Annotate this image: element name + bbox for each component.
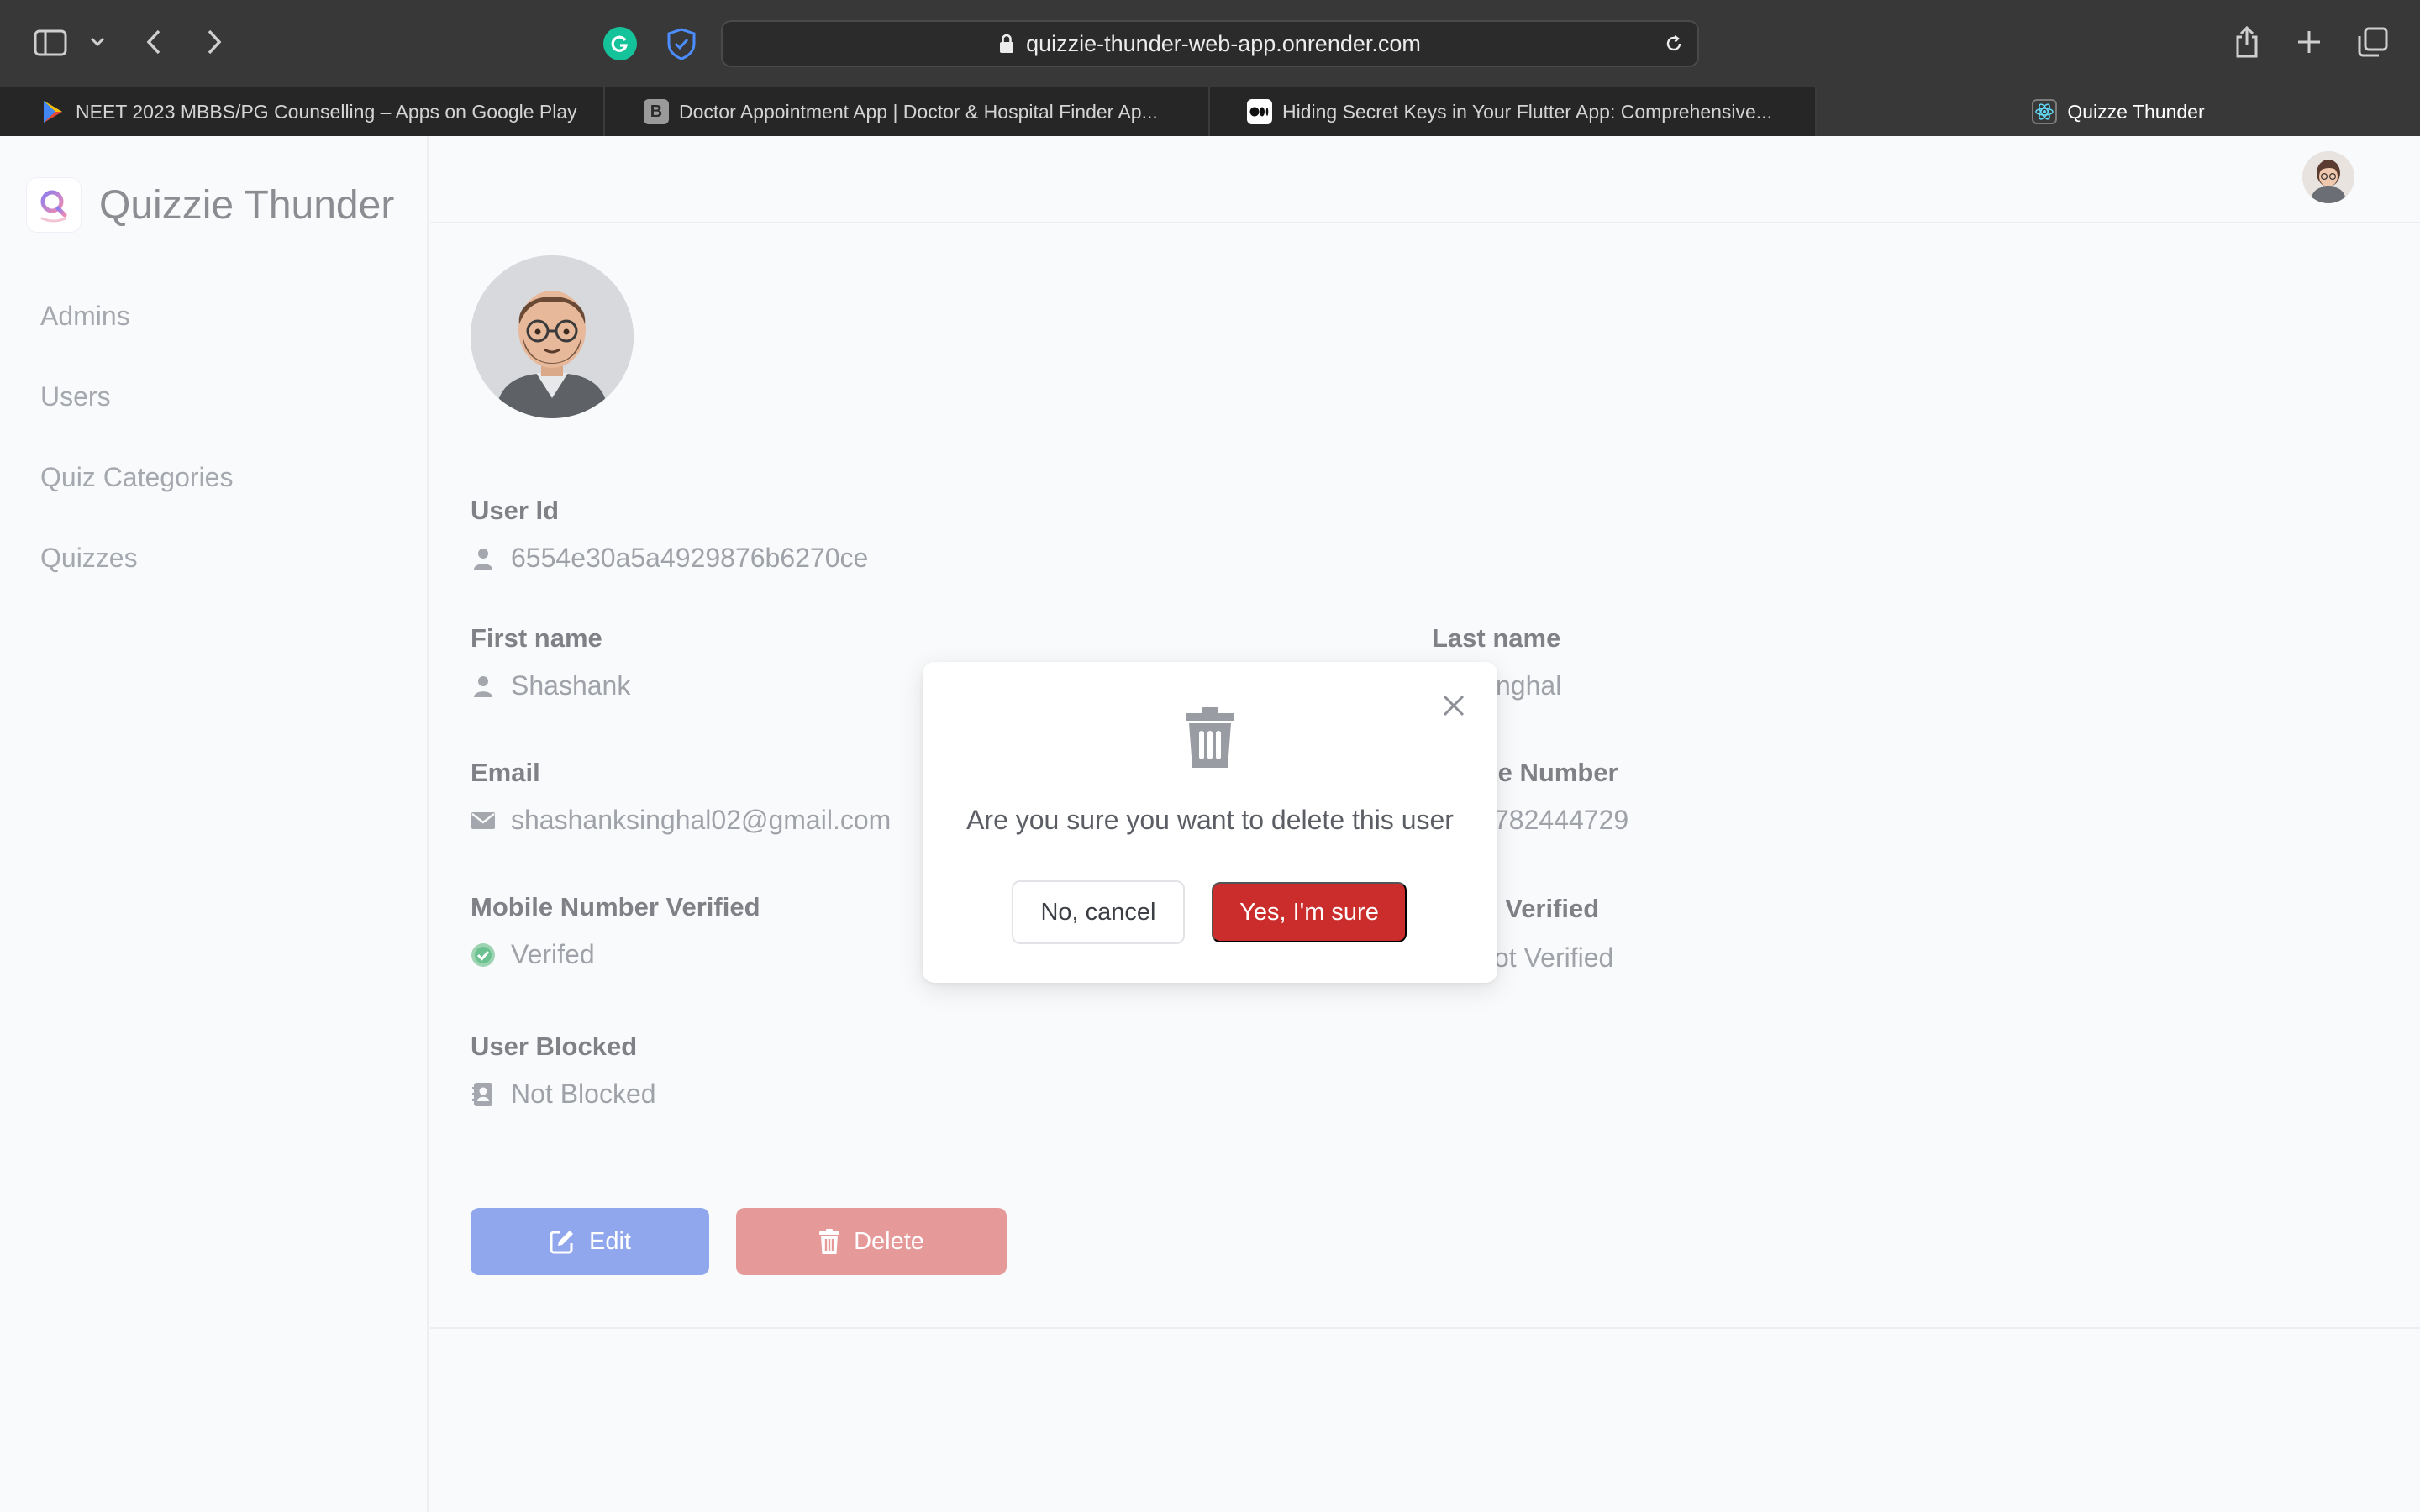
lock-icon	[1000, 34, 1014, 53]
trash-icon	[1183, 706, 1237, 769]
mobile-number-value: 782444729	[1494, 805, 1629, 835]
user-avatar	[471, 255, 634, 418]
email-value: shashanksinghal02@gmail.com	[471, 805, 891, 836]
tab-label: Hiding Secret Keys in Your Flutter App: …	[1282, 100, 1772, 123]
nav-item-users[interactable]: Users	[40, 381, 111, 412]
url-text: quizzie-thunder-web-app.onrender.com	[1026, 30, 1421, 56]
trash-icon	[819, 1229, 840, 1254]
top-header	[430, 136, 2420, 223]
profile-menu-avatar[interactable]	[2302, 151, 2354, 203]
first-name-label: First name	[471, 623, 602, 653]
user-id-text: 6554e30a5a4929876b6270ce	[511, 543, 869, 573]
modal-message: Are you sure you want to delete this use…	[966, 805, 1454, 835]
user-blocked-value: Not Blocked	[471, 1079, 656, 1110]
forward-arrow-icon[interactable]	[202, 25, 227, 59]
tab-label: Quizze Thunder	[2067, 100, 2205, 123]
contact-book-icon	[471, 1082, 496, 1107]
reload-icon[interactable]	[1662, 32, 1686, 55]
address-bar[interactable]: quizzie-thunder-web-app.onrender.com	[721, 20, 1699, 67]
brand-logo-icon	[27, 178, 81, 232]
email-verified-label: l Verified	[1491, 894, 1600, 923]
google-play-icon	[40, 99, 66, 124]
user-id-value: 6554e30a5a4929876b6270ce	[471, 543, 868, 574]
sidebar-toggle-icon[interactable]	[32, 27, 69, 59]
edit-button[interactable]: Edit	[471, 1208, 709, 1275]
user-icon	[471, 674, 496, 699]
sidebar: Quizzie Thunder Admins Users Quiz Catego…	[0, 136, 429, 1512]
cancel-button[interactable]: No, cancel	[1012, 880, 1185, 944]
delete-button-label: Delete	[854, 1227, 924, 1255]
nav-item-quiz-categories[interactable]: Quiz Categories	[40, 462, 233, 493]
nav-item-admins[interactable]: Admins	[40, 301, 130, 332]
delete-button[interactable]: Delete	[736, 1208, 1007, 1275]
user-blocked-text: Not Blocked	[511, 1079, 656, 1109]
last-name-value: nghal	[1496, 670, 1562, 701]
edit-icon	[550, 1231, 573, 1254]
mobile-number-label: le Number	[1491, 758, 1618, 787]
user-icon	[471, 546, 496, 571]
mobile-verified-value: Verifed	[471, 939, 595, 970]
user-id-label: User Id	[471, 496, 560, 525]
browser-toolbar: quizzie-thunder-web-app.onrender.com	[0, 0, 2420, 87]
first-name-value: Shashank	[471, 670, 630, 701]
edit-button-label: Edit	[589, 1227, 631, 1255]
tab-doctor-appointment[interactable]: B Doctor Appointment App | Doctor & Hosp…	[605, 87, 1210, 136]
brand-title: Quizzie Thunder	[99, 182, 395, 228]
tab-google-play[interactable]: NEET 2023 MBBS/PG Counselling – Apps on …	[0, 87, 605, 136]
mobile-verified-text: Verifed	[511, 939, 595, 969]
back-arrow-icon[interactable]	[141, 25, 166, 59]
tab-flutter-secret-keys[interactable]: Hiding Secret Keys in Your Flutter App: …	[1210, 87, 1817, 136]
b-letter-icon: B	[644, 99, 669, 124]
tab-label: NEET 2023 MBBS/PG Counselling – Apps on …	[76, 100, 577, 123]
tab-bar: NEET 2023 MBBS/PG Counselling – Apps on …	[0, 87, 2420, 136]
verified-badge-icon	[471, 942, 496, 968]
nav-item-quizzes[interactable]: Quizzes	[40, 543, 138, 574]
new-tab-plus-icon[interactable]	[2294, 27, 2324, 57]
email-text: shashanksinghal02@gmail.com	[511, 805, 892, 835]
brand[interactable]: Quizzie Thunder	[27, 178, 394, 232]
tab-label: Doctor Appointment App | Doctor & Hospit…	[679, 100, 1158, 123]
email-label: Email	[471, 758, 540, 787]
user-blocked-label: User Blocked	[471, 1032, 638, 1061]
last-name-label: Last name	[1432, 623, 1561, 653]
share-icon[interactable]	[2232, 24, 2262, 60]
chevron-down-icon[interactable]	[87, 32, 108, 52]
mobile-verified-label: Mobile Number Verified	[471, 892, 760, 921]
close-icon[interactable]	[1439, 690, 1469, 721]
email-verified-value: ot Verified	[1494, 942, 1614, 973]
bitwarden-shield-icon[interactable]	[664, 25, 699, 62]
confirm-delete-button[interactable]: Yes, I'm sure	[1212, 882, 1407, 942]
medium-icon	[1247, 99, 1272, 124]
react-icon	[2032, 99, 2058, 124]
envelope-icon	[471, 808, 496, 833]
tab-overview-icon[interactable]	[2356, 25, 2390, 59]
tab-quizze-thunder[interactable]: Quizze Thunder	[1817, 87, 2420, 136]
delete-confirm-modal: Are you sure you want to delete this use…	[923, 662, 1497, 983]
grammarly-icon[interactable]	[603, 27, 637, 60]
first-name-text: Shashank	[511, 670, 631, 701]
